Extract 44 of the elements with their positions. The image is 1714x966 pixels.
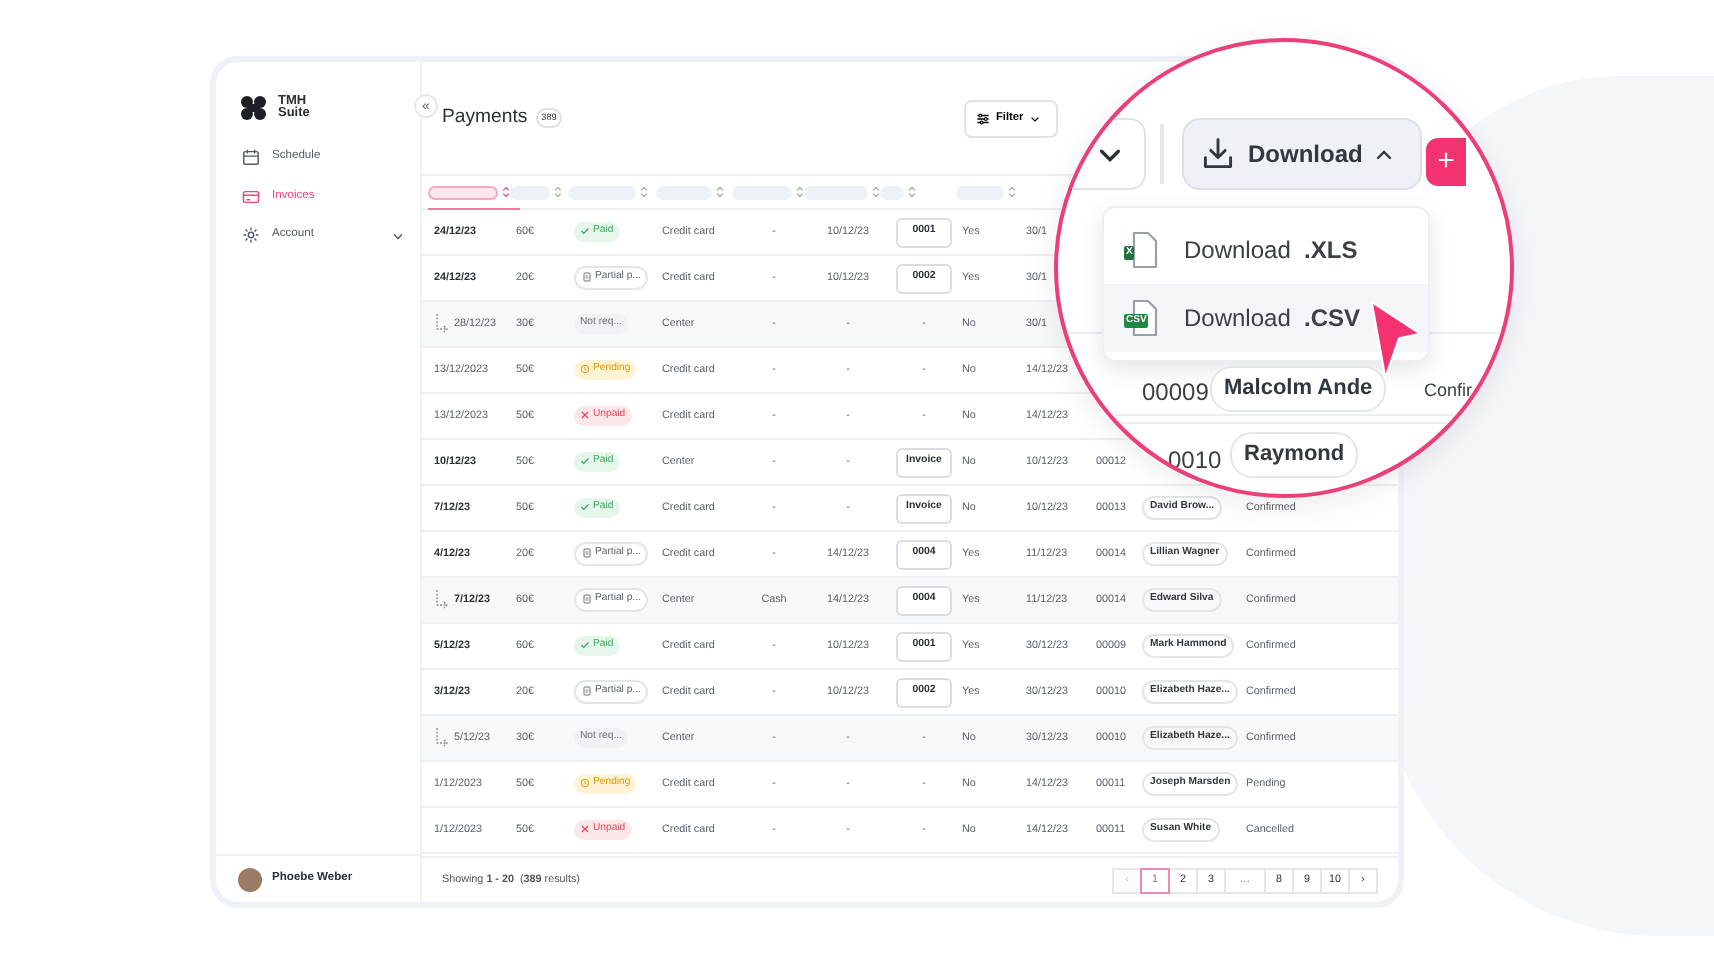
gear-icon	[242, 226, 260, 245]
check-icon	[580, 502, 590, 513]
sort-icon	[872, 186, 880, 198]
calendar-icon	[242, 148, 260, 167]
download-icon	[1200, 136, 1236, 172]
check-icon	[580, 640, 590, 651]
connector-icon	[434, 727, 450, 749]
document-icon	[582, 686, 592, 697]
sort-icon	[554, 186, 562, 198]
connector-icon	[434, 589, 450, 611]
client-tag: Malcolm Ande	[1210, 366, 1387, 411]
connector-icon	[434, 313, 450, 335]
column-header-placeholder[interactable]	[880, 185, 904, 199]
download-button[interactable]: Download	[1182, 118, 1422, 190]
table-cell-text: Confir	[1424, 378, 1473, 404]
sort-icon	[640, 186, 648, 198]
document-icon	[582, 272, 592, 283]
chevron-icon	[1029, 113, 1040, 123]
cross-icon	[580, 824, 590, 835]
document-icon	[582, 548, 592, 559]
sort-icon	[502, 186, 510, 198]
sort-icon	[1008, 186, 1016, 198]
add-button[interactable]: +	[1426, 138, 1466, 186]
logo-icon	[240, 96, 272, 120]
filter-icon	[976, 111, 990, 125]
cross-icon	[580, 410, 590, 421]
column-header-placeholder[interactable]	[804, 185, 868, 199]
table-cell-text: 00009	[1142, 376, 1209, 410]
user-avatar	[238, 867, 262, 891]
sort-icon	[796, 186, 804, 198]
sort-icon	[716, 186, 724, 198]
credit-card-icon	[242, 187, 260, 206]
page-title: Payments	[442, 103, 528, 132]
sort-icon	[908, 186, 916, 198]
document-icon	[582, 594, 592, 605]
clock-icon	[580, 778, 590, 789]
column-header-placeholder[interactable]	[428, 185, 498, 199]
clock-icon	[580, 364, 590, 375]
column-header-placeholder[interactable]	[510, 185, 550, 199]
chevron-icon	[392, 229, 404, 242]
check-icon	[580, 456, 590, 467]
client-tag: Raymond	[1230, 432, 1359, 477]
table-cell-text: 0010	[1168, 444, 1222, 478]
check-icon	[580, 226, 590, 237]
